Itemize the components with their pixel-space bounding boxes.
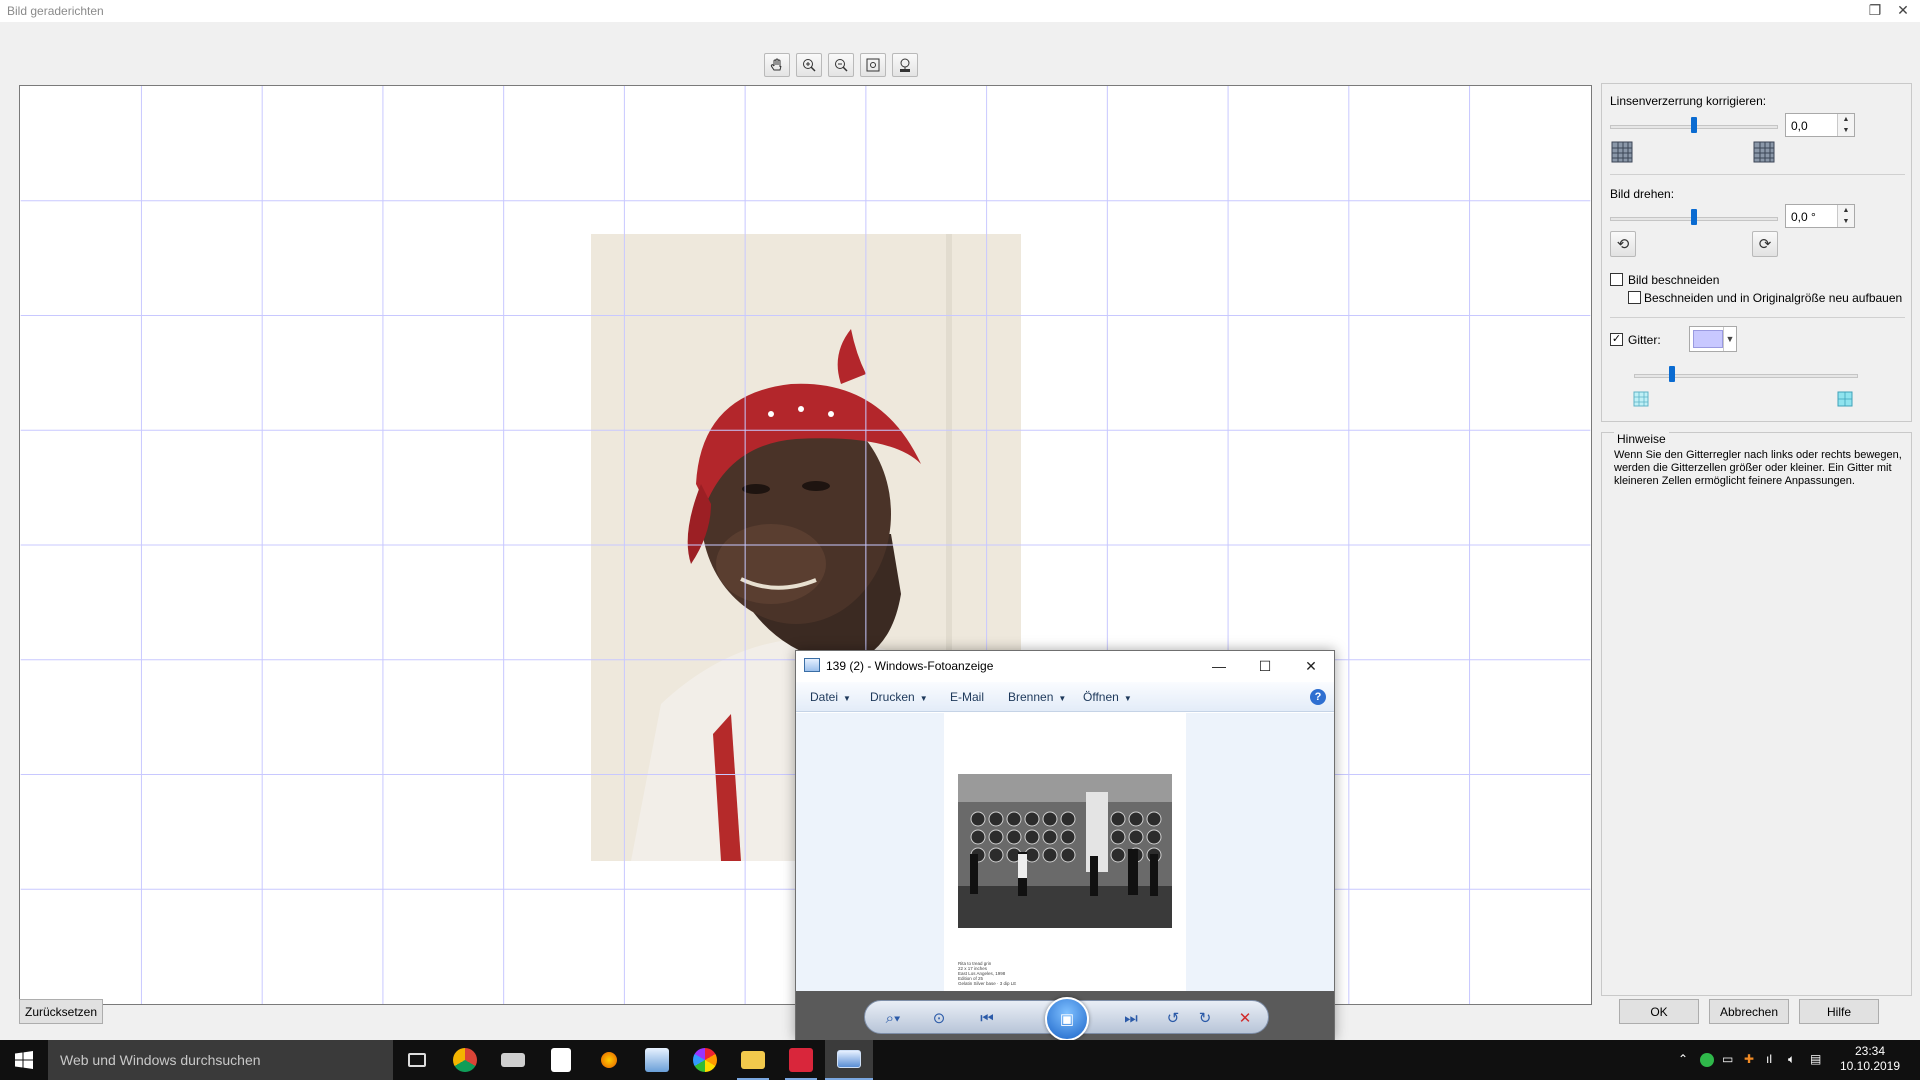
zoom-out-icon[interactable]: [828, 53, 854, 77]
divider: [1610, 317, 1905, 318]
crop-resize-checkbox[interactable]: [1628, 291, 1641, 304]
pan-hand-icon[interactable]: [764, 53, 790, 77]
crop-label: Bild beschneiden: [1628, 273, 1720, 287]
caption-line: Gelatin Silver base · 3 dip LE: [958, 981, 1017, 986]
task-view-icon[interactable]: [393, 1040, 441, 1080]
clock-date: 10.10.2019: [1839, 1059, 1901, 1073]
viewer-title: 139 (2) - Windows-Fotoanzeige: [826, 659, 994, 673]
previous-icon[interactable]: ⏮: [973, 1005, 1001, 1031]
chrome-icon[interactable]: [441, 1040, 489, 1080]
actual-size-icon[interactable]: ⊙: [925, 1005, 953, 1031]
grid-color-swatch: [1693, 330, 1723, 348]
photo-viewer-window[interactable]: 139 (2) - Windows-Fotoanzeige — ☐ ✕ Date…: [795, 650, 1335, 1041]
rotate-left-icon[interactable]: ⟲: [1610, 231, 1636, 257]
lens-distortion-input[interactable]: 0,0 ▲ ▼: [1785, 113, 1855, 137]
rotate-right-icon[interactable]: ⟳: [1752, 231, 1778, 257]
lens-distortion-value: 0,0: [1791, 119, 1808, 133]
zoom-icon[interactable]: ⌕▾: [879, 1005, 907, 1031]
app-icon[interactable]: [633, 1040, 681, 1080]
menu-brennen[interactable]: Brennen ▼: [1008, 690, 1066, 704]
picasa-icon[interactable]: [681, 1040, 729, 1080]
clock-time: 23:34: [1854, 1044, 1886, 1058]
photo-viewer-icon[interactable]: [825, 1040, 873, 1080]
volume-icon[interactable]: 🔈︎: [1788, 1052, 1795, 1067]
spin-arrows-icon[interactable]: ▲ ▼: [1837, 205, 1854, 227]
menu-datei[interactable]: Datei ▼: [810, 690, 851, 704]
app-icon[interactable]: [777, 1040, 825, 1080]
reset-button[interactable]: Zurücksetzen: [19, 999, 103, 1024]
rotate-counterclockwise-icon[interactable]: ↺: [1159, 1005, 1187, 1031]
clock[interactable]: 23:34 10.10.2019: [1835, 1044, 1905, 1074]
grid-size-slider[interactable]: [1634, 374, 1858, 378]
small-grid-icon: [1632, 390, 1650, 408]
close-icon[interactable]: ✕: [1288, 651, 1334, 681]
ok-button[interactable]: OK: [1619, 999, 1699, 1024]
barrel-distortion-icon: [1610, 140, 1634, 164]
slideshow-icon[interactable]: ▣: [1045, 997, 1089, 1041]
windows-start-icon[interactable]: [0, 1040, 48, 1080]
rotate-slider-thumb[interactable]: [1691, 209, 1697, 225]
grid-size-slider-thumb[interactable]: [1669, 366, 1676, 382]
hints-text: Wenn Sie den Gitterregler nach links ode…: [1614, 449, 1902, 487]
chevron-up-icon[interactable]: ⌃: [1678, 1052, 1688, 1066]
network-icon[interactable]: ıl: [1766, 1052, 1772, 1066]
security-icon[interactable]: [1700, 1053, 1714, 1067]
fit-to-window-icon[interactable]: [860, 53, 886, 77]
photo-viewer-icon: [804, 658, 820, 672]
rotate-angle-input[interactable]: 0,0 ° ▲ ▼: [1785, 204, 1855, 228]
document-caption: Rita to tread grin 22 x 17 inches East L…: [958, 961, 1078, 986]
divider: [1610, 174, 1905, 175]
viewer-menubar: Datei ▼ Drucken ▼ E-Mail Brennen ▼ Öffnen ▼ …: [796, 682, 1334, 712]
store-icon[interactable]: [537, 1040, 585, 1080]
grid-label: Gitter:: [1628, 333, 1661, 347]
viewer-toolbar: ⌕▾ ⊙ ⏮ ▣ ⏭ ↺ ↻ ✕: [796, 991, 1334, 1041]
menu-drucken[interactable]: Drucken ▼: [870, 690, 928, 704]
settings-panel: Linsenverzerrung korrigieren: 0,0 ▲ ▼ Bil…: [1601, 83, 1912, 422]
help-icon[interactable]: ?: [1310, 689, 1326, 705]
viewer-controls: ⌕▾ ⊙ ⏮ ▣ ⏭ ↺ ↻ ✕: [864, 997, 1269, 1041]
delete-icon[interactable]: ✕: [1231, 1005, 1259, 1031]
next-icon[interactable]: ⏭: [1117, 1005, 1145, 1031]
lens-distortion-slider-thumb[interactable]: [1691, 117, 1697, 133]
pincushion-distortion-icon: [1752, 140, 1776, 164]
dialog-titlebar: Bild geraderichten ❐ ✕: [0, 0, 1920, 22]
help-button[interactable]: Hilfe: [1799, 999, 1879, 1024]
viewer-image-area[interactable]: Rita to tread grin 22 x 17 inches East L…: [796, 713, 1334, 991]
file-explorer-icon[interactable]: [729, 1040, 777, 1080]
lens-distortion-label: Linsenverzerrung korrigieren:: [1610, 94, 1767, 108]
maximize-icon[interactable]: ☐: [1242, 651, 1288, 681]
hints-title: Hinweise: [1614, 432, 1669, 446]
grid-color-picker[interactable]: ▼: [1689, 326, 1737, 352]
rotate-clockwise-icon[interactable]: ↻: [1191, 1005, 1219, 1031]
app-icon[interactable]: [585, 1040, 633, 1080]
document-photo: [958, 774, 1172, 928]
document-page: Rita to tread grin 22 x 17 inches East L…: [944, 713, 1186, 991]
app-tray-icon[interactable]: ✚: [1744, 1052, 1754, 1066]
crop-checkbox[interactable]: [1610, 273, 1623, 286]
minimize-icon[interactable]: —: [1196, 651, 1242, 681]
dialog-title: Bild geraderichten: [7, 4, 104, 18]
notification-icon[interactable]: ▤: [1810, 1052, 1821, 1066]
viewer-titlebar: 139 (2) - Windows-Fotoanzeige — ☐ ✕: [796, 651, 1334, 681]
restore-icon[interactable]: ❐: [1862, 0, 1888, 20]
large-grid-icon: [1836, 390, 1854, 408]
rotate-label: Bild drehen:: [1610, 187, 1675, 201]
menu-email[interactable]: E-Mail: [950, 690, 984, 704]
cancel-button[interactable]: Abbrechen: [1709, 999, 1789, 1024]
app-icon[interactable]: [489, 1040, 537, 1080]
taskbar-search-input[interactable]: Web und Windows durchsuchen: [48, 1040, 393, 1080]
spin-arrows-icon[interactable]: ▲ ▼: [1837, 114, 1854, 136]
menu-oeffnen[interactable]: Öffnen ▼: [1083, 690, 1132, 704]
chevron-down-icon[interactable]: ▼: [1723, 327, 1736, 351]
display-icon[interactable]: ▭: [1722, 1052, 1733, 1066]
actual-size-icon[interactable]: [892, 53, 918, 77]
hints-panel: Hinweise Wenn Sie den Gitterregler nach …: [1601, 432, 1912, 996]
close-icon[interactable]: ✕: [1890, 0, 1916, 20]
zoom-in-icon[interactable]: [796, 53, 822, 77]
rotate-angle-value: 0,0 °: [1791, 210, 1816, 224]
crop-resize-label: Beschneiden und in Originalgröße neu auf…: [1644, 291, 1903, 305]
search-placeholder: Web und Windows durchsuchen: [60, 1052, 261, 1068]
taskbar: Web und Windows durchsuchen ⌃ ▭ ✚ ıl 🔈︎ …: [0, 1040, 1920, 1080]
grid-checkbox[interactable]: ✓: [1610, 333, 1623, 346]
